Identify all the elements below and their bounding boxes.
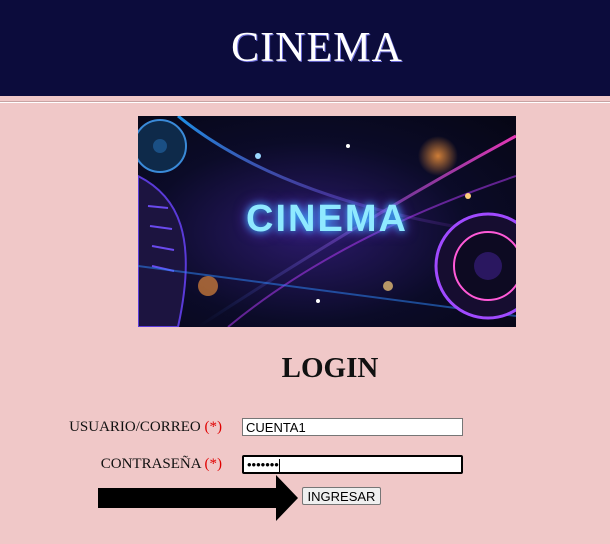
page-header: CINEMA xyxy=(0,0,610,96)
cinema-banner-image: CINEMA xyxy=(138,116,516,327)
login-heading: LOGIN xyxy=(281,352,379,384)
arrow-right-icon xyxy=(98,475,298,521)
banner-title: CINEMA xyxy=(246,198,408,240)
ingresar-button[interactable]: INGRESAR xyxy=(302,487,381,505)
user-label-text: USUARIO/CORREO xyxy=(69,419,201,435)
text-caret xyxy=(278,459,280,473)
password-label-text: CONTRASEÑA xyxy=(100,456,201,472)
user-label: USUARIO/CORREO (*) xyxy=(60,419,222,436)
user-required-mark: (*) xyxy=(204,419,223,435)
password-input[interactable]: ••••••• xyxy=(242,455,463,474)
user-input[interactable] xyxy=(242,418,463,436)
password-required-mark: (*) xyxy=(204,456,223,472)
header-divider xyxy=(0,101,610,103)
password-mask: ••••••• xyxy=(247,457,279,472)
site-title: CINEMA xyxy=(231,25,403,71)
password-label: CONTRASEÑA (*) xyxy=(60,456,222,473)
